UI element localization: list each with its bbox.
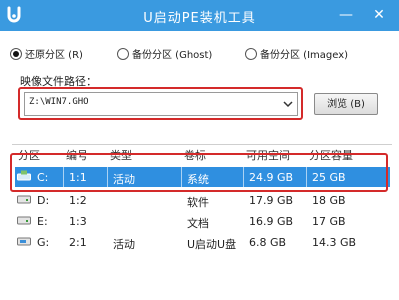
path-highlight-box [18, 87, 303, 120]
installer-window: U启动PE装机工具 — ✕ 还原分区 (R) 备份分区 (Ghost) 备份分区… [0, 0, 399, 300]
volume-label: 文档 [187, 217, 209, 230]
usb-drive-icon [17, 237, 31, 246]
volume-label: 软件 [187, 196, 209, 209]
title-bar[interactable]: U启动PE装机工具 — ✕ [0, 0, 399, 31]
volume-label: U启动U盘 [187, 238, 237, 251]
radio-label: 备份分区 (Imagex) [260, 50, 349, 61]
drive-icon [17, 216, 31, 225]
mode-radio-group: 还原分区 (R) 备份分区 (Ghost) 备份分区 (Imagex) [10, 46, 395, 62]
radio-backup-ghost[interactable]: 备份分区 (Ghost) [117, 46, 212, 61]
selected-row-highlight-box [10, 153, 388, 192]
close-button[interactable]: ✕ [367, 3, 391, 27]
free-space: 17.9 GB [249, 194, 294, 207]
minimize-button[interactable]: — [334, 3, 358, 27]
radio-selected-indicator[interactable] [10, 47, 22, 60]
radio-backup-imagex[interactable]: 备份分区 (Imagex) [245, 46, 348, 61]
radio-indicator[interactable] [245, 47, 257, 60]
radio-indicator[interactable] [117, 47, 129, 60]
drive-icon [17, 195, 31, 204]
drive-letter: E: [37, 215, 48, 228]
free-space: 6.8 GB [249, 236, 287, 249]
radio-restore-partition[interactable]: 还原分区 (R) [10, 46, 83, 61]
table-row[interactable]: E: 1:3 文档 16.9 GB 17 GB [15, 211, 390, 231]
drive-letter: D: [37, 194, 50, 207]
capacity: 18 GB [312, 194, 346, 207]
partition-type: 活动 [113, 238, 135, 251]
partition-number: 2:1 [69, 236, 87, 249]
partition-number: 1:3 [69, 215, 87, 228]
capacity: 14.3 GB [312, 236, 357, 249]
browse-button[interactable]: 浏览 (B) [314, 93, 378, 115]
radio-label: 还原分区 (R) [25, 50, 83, 61]
table-row[interactable]: G: 2:1 活动 U启动U盘 6.8 GB 14.3 GB [15, 232, 390, 252]
radio-label: 备份分区 (Ghost) [132, 50, 213, 61]
partition-number: 1:2 [69, 194, 87, 207]
free-space: 16.9 GB [249, 215, 294, 228]
table-row[interactable]: D: 1:2 软件 17.9 GB 18 GB [15, 190, 390, 210]
drive-letter: G: [37, 236, 50, 249]
capacity: 17 GB [312, 215, 346, 228]
